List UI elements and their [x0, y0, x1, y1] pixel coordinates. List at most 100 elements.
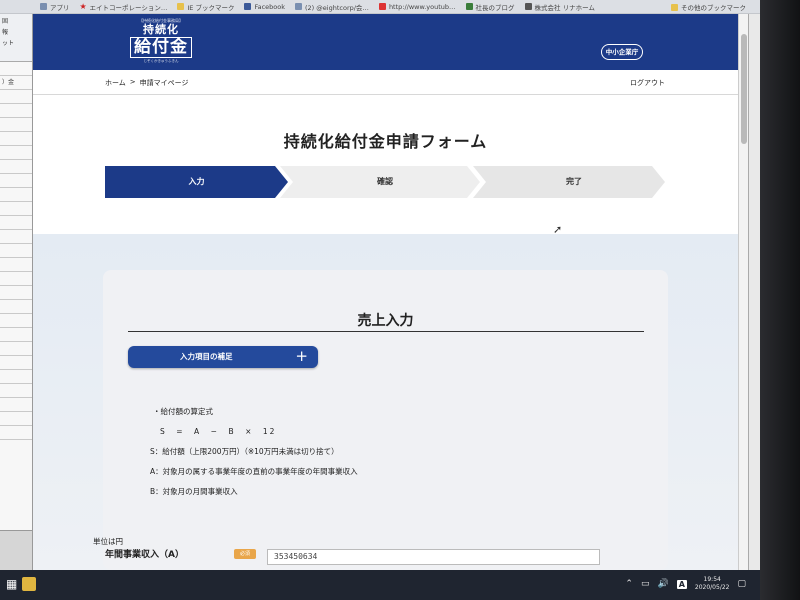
- spreadsheet-row: [0, 328, 32, 342]
- page-scrollbar[interactable]: [738, 14, 748, 570]
- bookmark-apps[interactable]: アプリ: [40, 2, 70, 12]
- bookmark-label: http://www.youtub…: [388, 2, 456, 11]
- step-label: 入力: [188, 177, 205, 186]
- other-bookmarks[interactable]: その他のブックマーク: [671, 0, 746, 13]
- sales-input-card: 売上入力 入力項目の補足 + ・給付額の算定式 S = A − B × 12 S…: [103, 270, 668, 570]
- mouse-cursor-icon: ➚: [553, 223, 563, 236]
- page-title: 持続化給付金申請フォーム: [283, 132, 488, 151]
- required-badge: 必須: [234, 549, 256, 559]
- bookmark-linahome[interactable]: 株式会社 リナホーム: [524, 2, 595, 12]
- logo-reading: じぞくかきゅうふきん: [143, 59, 179, 63]
- formula-heading: ・給付額の算定式: [153, 407, 213, 416]
- annual-revenue-label: 年間事業収入（A）: [105, 550, 184, 560]
- formula-b-definition: B：対象月の月間事業収入: [150, 487, 238, 496]
- bookmark-star-icon: ★: [79, 2, 87, 11]
- taskbar-clock[interactable]: 19:54 2020/05/22: [695, 576, 730, 592]
- spreadsheet-status-area: [0, 530, 32, 570]
- bookmark-youtube[interactable]: http://www.youtub…: [378, 2, 456, 11]
- spreadsheet-row: [0, 174, 32, 188]
- spreadsheet-row: [0, 258, 32, 272]
- annual-revenue-input[interactable]: 353450634: [267, 549, 600, 565]
- section-divider: [128, 331, 644, 332]
- chevron-up-icon[interactable]: ⌃: [625, 579, 633, 589]
- background-window-edge: [748, 14, 760, 570]
- spreadsheet-row: [0, 132, 32, 146]
- breadcrumb-separator: >: [129, 78, 136, 86]
- spreadsheet-text: 報: [2, 29, 9, 36]
- windows-start-icon[interactable]: ▦: [6, 578, 18, 590]
- bookmark-blog[interactable]: 社長のブログ: [465, 2, 515, 12]
- bookmark-facebook[interactable]: Facebook: [244, 3, 285, 11]
- breadcrumb: ホーム > 申請マイページ: [105, 78, 189, 88]
- spreadsheet-row: [0, 188, 32, 202]
- spreadsheet-row: [0, 342, 32, 356]
- breadcrumb-current: 申請マイページ: [139, 79, 189, 87]
- logout-link[interactable]: ログアウト: [630, 78, 665, 88]
- step-confirm: 確認: [280, 166, 480, 198]
- web-page: 【持続化給付金事務局】 持続化 給付金 じぞくかきゅうふきん 中小企業庁 ホーム…: [33, 14, 738, 570]
- logo-main-text: 給付金: [130, 37, 192, 58]
- youtube-icon: [378, 3, 386, 10]
- progress-steps: 入力 確認 完了: [105, 166, 665, 198]
- logo-top-text: 持続化: [143, 23, 179, 36]
- site-header: 【持続化給付金事務局】 持続化 給付金 じぞくかきゅうふきん 中小企業庁: [33, 14, 738, 70]
- spreadsheet-row: [0, 286, 32, 300]
- page-icon: [524, 3, 532, 10]
- agency-logo[interactable]: 中小企業庁: [601, 44, 643, 60]
- spreadsheet-row: [0, 62, 32, 76]
- background-spreadsheet-window: 固 報 ット ）金: [0, 14, 33, 570]
- bookmark-ie[interactable]: IE ブックマーク: [177, 2, 234, 12]
- bookmark-label: 株式会社 リナホーム: [534, 3, 595, 12]
- spreadsheet-row: [0, 272, 32, 286]
- spreadsheet-row: [0, 384, 32, 398]
- plus-icon: +: [295, 347, 308, 365]
- spreadsheet-text: 固: [2, 18, 9, 25]
- browser-screen: アプリ ★ エイトコーポレーション… IE ブックマーク Facebook (2…: [0, 0, 760, 600]
- taskbar: ▦ ⌃ ▭ 🔊 A 19:54 2020/05/22 ▢: [0, 570, 760, 600]
- file-explorer-icon[interactable]: [22, 577, 36, 591]
- notification-icon[interactable]: ▢: [737, 579, 746, 589]
- bookmark-label: IE ブックマーク: [187, 3, 235, 12]
- breadcrumb-home-link[interactable]: ホーム: [105, 78, 126, 88]
- spreadsheet-row: [0, 216, 32, 230]
- clock-time: 19:54: [703, 576, 721, 583]
- input-supplement-button[interactable]: 入力項目の補足 +: [128, 346, 318, 368]
- breadcrumb-bar: ホーム > 申請マイページ ログアウト: [33, 70, 738, 95]
- bookmark-label: (2) @eightcorp/会…: [305, 3, 369, 12]
- spreadsheet-row: [0, 202, 32, 216]
- spreadsheet-row: [0, 300, 32, 314]
- spreadsheet-row: [0, 412, 32, 426]
- scrollbar-thumb[interactable]: [741, 34, 747, 144]
- network-icon[interactable]: ▭: [641, 579, 650, 589]
- step-complete: 完了: [473, 166, 665, 198]
- bookmark-label: 社長のブログ: [475, 3, 515, 12]
- spreadsheet-row: [0, 426, 32, 440]
- spreadsheet-row: [0, 104, 32, 118]
- spreadsheet-rows: ）金: [0, 62, 32, 440]
- step-label: 完了: [566, 177, 582, 186]
- step-input-active: 入力: [105, 166, 288, 198]
- volume-icon[interactable]: 🔊: [657, 579, 668, 589]
- step-label: 確認: [377, 177, 393, 186]
- facebook-icon: [244, 3, 252, 10]
- logo-caption: 【持続化給付金事務局】: [139, 18, 183, 23]
- folder-icon: [177, 3, 185, 10]
- spreadsheet-row: [0, 356, 32, 370]
- spreadsheet-row: [0, 118, 32, 132]
- page-icon: [295, 3, 303, 10]
- bookmark-label: アプリ: [50, 3, 70, 12]
- spreadsheet-row: [0, 398, 32, 412]
- bookmark-eightcorp[interactable]: (2) @eightcorp/会…: [295, 2, 369, 12]
- site-logo[interactable]: 【持続化給付金事務局】 持続化 給付金 じぞくかきゅうふきん: [126, 18, 196, 64]
- formula-equation: S = A − B × 12: [160, 427, 277, 436]
- system-tray: ⌃ ▭ 🔊 A 19:54 2020/05/22 ▢: [625, 576, 746, 592]
- folder-icon: [671, 3, 678, 11]
- spreadsheet-toolbar: 固 報 ット: [0, 14, 32, 62]
- spreadsheet-row: [0, 160, 32, 174]
- ime-mode-indicator[interactable]: A: [676, 579, 687, 589]
- spreadsheet-row: [0, 146, 32, 160]
- bookmark-eight[interactable]: ★ エイトコーポレーション…: [80, 2, 168, 12]
- section-title: 売上入力: [357, 313, 414, 329]
- spreadsheet-row: [0, 244, 32, 258]
- benefit-formula: ・給付額の算定式 S = A − B × 12 S：給付額（上限200万円）（※…: [150, 402, 358, 502]
